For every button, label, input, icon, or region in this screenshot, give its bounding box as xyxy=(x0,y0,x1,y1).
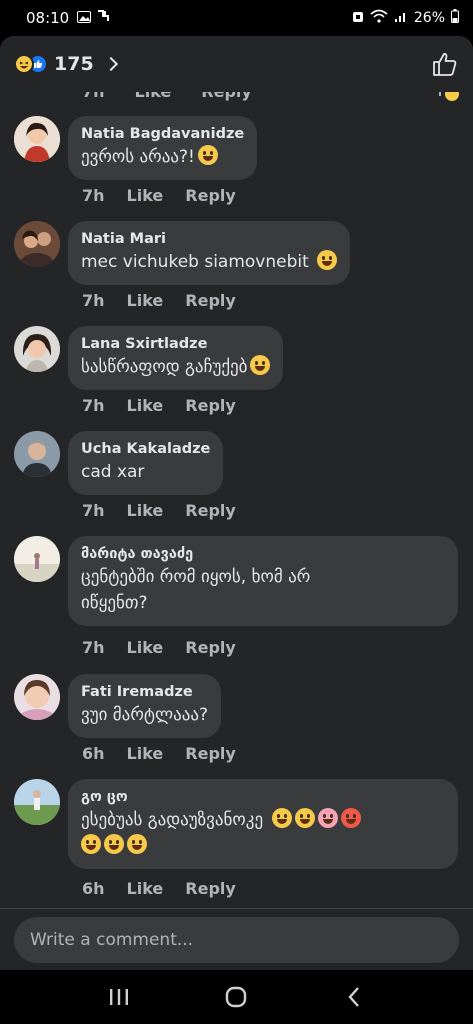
comment-author[interactable]: მარიტა თავაძე xyxy=(81,544,445,564)
comment-age: 7h xyxy=(82,396,105,415)
reply-button[interactable]: Reply xyxy=(185,501,236,520)
reaction-count: 175 xyxy=(54,53,94,75)
reply-button[interactable]: Reply xyxy=(201,92,252,101)
comment-author[interactable]: Ucha Kakaladze xyxy=(81,439,210,459)
reply-button[interactable]: Reply xyxy=(185,744,236,763)
comment-bubble[interactable]: გო ცო ესებუას გადაუზვანოკე xyxy=(68,779,458,869)
like-button[interactable]: Like xyxy=(135,92,172,101)
reaction-icon xyxy=(439,92,459,102)
like-button[interactable]: Like xyxy=(127,186,164,205)
comment-actions: 6h Like Reply xyxy=(82,744,236,763)
comment-actions: 7h Like Reply xyxy=(82,291,236,310)
comment-actions: 7h Like Reply xyxy=(82,501,236,520)
like-button[interactable]: Like xyxy=(127,638,164,657)
status-bar: 08:10 26% xyxy=(0,0,473,36)
comment-author[interactable]: Fati Iremadze xyxy=(81,682,208,702)
comment-author[interactable]: Natia Mari xyxy=(81,229,337,249)
comment-emoji-line xyxy=(81,833,445,859)
comment-bubble[interactable]: Ucha Kakaladze cad xar xyxy=(68,431,224,495)
comment-list: 7h Like Reply Natia Bagdavanidze ევროს ა… xyxy=(0,92,473,908)
grinning-face-icon xyxy=(81,834,101,854)
reply-button[interactable]: Reply xyxy=(185,186,236,205)
comment-text-line: იწყენთ? xyxy=(81,593,148,613)
comment-author[interactable]: Lana Sxirtladze xyxy=(81,334,270,354)
comment-age: 7h xyxy=(82,92,105,101)
alarm-icon xyxy=(352,9,364,27)
comments-panel: 175 7h Like Reply Natia Bagdavanidze ევრ… xyxy=(0,36,473,970)
cell-signal-icon xyxy=(394,9,408,27)
screaming-face-icon xyxy=(294,808,315,828)
haha-reaction-icon xyxy=(14,54,34,74)
recent-apps-button[interactable] xyxy=(99,977,139,1017)
like-button[interactable]: Like xyxy=(127,744,164,763)
reactions-summary[interactable]: 175 xyxy=(14,53,118,75)
system-nav-bar xyxy=(0,970,473,1024)
avatar[interactable] xyxy=(14,431,60,477)
like-button[interactable]: Like xyxy=(127,501,164,520)
grinning-face-icon xyxy=(104,834,124,854)
back-button[interactable] xyxy=(334,977,374,1017)
comment-text: ევროს არაა?! xyxy=(81,144,244,170)
like-post-button[interactable] xyxy=(431,50,459,78)
comment-actions: 7h Like Reply xyxy=(82,186,236,205)
comment-input[interactable] xyxy=(14,917,459,963)
comment-actions: 6h Like Reply xyxy=(82,879,236,898)
comment-author[interactable]: Natia Bagdavanidze xyxy=(81,124,244,144)
comment-age: 7h xyxy=(82,501,105,520)
grinning-face-icon xyxy=(317,250,338,270)
avatar[interactable] xyxy=(14,536,60,582)
battery-icon xyxy=(451,9,459,27)
comment-bubble[interactable]: Lana Sxirtladze სასწრაფოდ გაჩუქებ xyxy=(68,326,284,390)
avatar[interactable] xyxy=(14,326,60,372)
thinking-face-icon xyxy=(197,145,218,165)
comment-text: cad xar xyxy=(81,462,145,482)
reply-button[interactable]: Reply xyxy=(185,879,236,898)
comment-bubble[interactable]: Fati Iremadze ვუი მარტლააა? xyxy=(68,674,221,738)
comment-age: 6h xyxy=(82,744,105,763)
comment-age: 7h xyxy=(82,186,105,205)
grinning-face-icon xyxy=(127,834,147,854)
like-button[interactable]: Like xyxy=(127,291,164,310)
home-button[interactable] xyxy=(216,977,256,1017)
comment-bubble[interactable]: Natia Mari mec vichukeb siamovnebit xyxy=(68,221,351,285)
reply-button[interactable]: Reply xyxy=(185,291,236,310)
reactions-header: 175 xyxy=(0,36,473,92)
chevron-right-icon xyxy=(103,56,118,72)
avatar[interactable] xyxy=(14,116,60,162)
comment-actions: 7h Like Reply xyxy=(82,396,236,415)
previous-comment-actions: 7h Like Reply xyxy=(82,92,252,101)
comment-text: mec vichukeb siamovnebit xyxy=(81,249,338,275)
battery-level: 26% xyxy=(413,10,445,26)
comment-author[interactable]: გო ცო xyxy=(81,787,445,807)
comment-bubble[interactable]: Natia Bagdavanidze ევროს არაა?! xyxy=(68,116,258,180)
yawning-face-icon xyxy=(317,808,338,828)
avatar[interactable] xyxy=(14,221,60,267)
like-button[interactable]: Like xyxy=(127,879,164,898)
comment-composer xyxy=(0,908,473,970)
upside-down-face-icon xyxy=(271,808,292,828)
status-time: 08:10 xyxy=(26,9,70,27)
comment-text: ესებუას გადაუზვანოკე xyxy=(81,807,445,833)
comment-age: 7h xyxy=(82,638,105,657)
comment-text-line: ცენტებში რომ იყოს, ხომ არ xyxy=(81,567,311,587)
reply-button[interactable]: Reply xyxy=(185,638,236,657)
signal-app-icon xyxy=(97,9,111,27)
smiling-hearts-face-icon xyxy=(340,808,361,828)
like-button[interactable]: Like xyxy=(127,396,164,415)
wifi-icon xyxy=(370,9,388,27)
rolling-laughing-face-icon xyxy=(250,355,271,375)
comment-bubble[interactable]: მარიტა თავაძე ცენტებში რომ იყოს, ხომ არ … xyxy=(68,536,458,626)
avatar[interactable] xyxy=(14,779,60,825)
avatar[interactable] xyxy=(14,674,60,720)
gallery-icon xyxy=(77,9,92,27)
comment-actions: 7h Like Reply xyxy=(82,638,236,657)
comment-age: 6h xyxy=(82,879,105,898)
comment-age: 7h xyxy=(82,291,105,310)
comment-text: სასწრაფოდ გაჩუქებ xyxy=(81,354,271,380)
comment-text: ვუი მარტლააა? xyxy=(81,705,208,725)
reply-button[interactable]: Reply xyxy=(185,396,236,415)
